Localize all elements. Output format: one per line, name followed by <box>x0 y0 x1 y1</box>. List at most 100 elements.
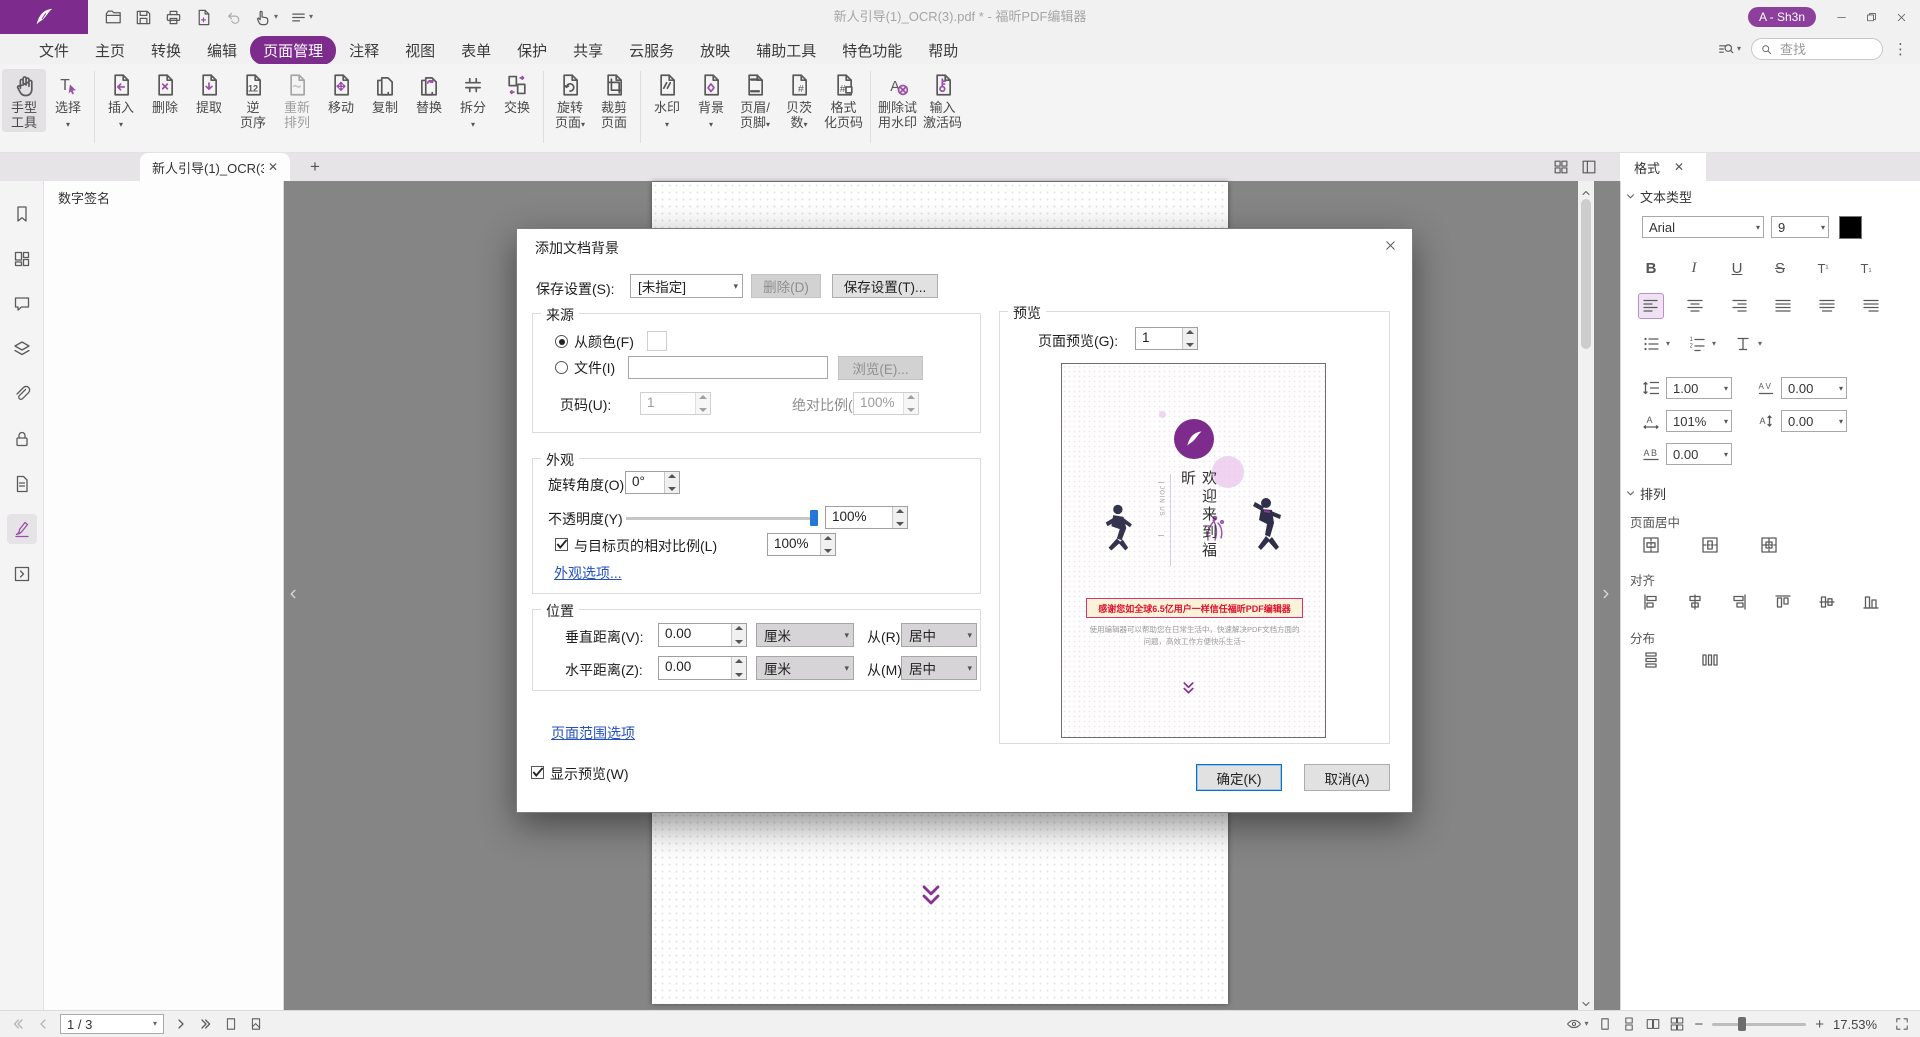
bullet-list-button[interactable]: ▾ <box>1638 331 1670 357</box>
align-justify-center-button[interactable] <box>1814 293 1840 319</box>
relative-scale-spinner[interactable]: 100% <box>767 533 836 556</box>
distribute-vertical-button[interactable] <box>1638 647 1664 673</box>
continuous-view-button[interactable] <box>1621 1016 1637 1032</box>
activation-code-button[interactable]: 输入激活码 <box>920 69 965 132</box>
hand-tool-button[interactable]: 手型工具 <box>2 69 46 132</box>
menu-item-12[interactable]: 辅助工具 <box>743 36 829 65</box>
dialog-close-button[interactable] <box>1383 238 1398 253</box>
facing-continuous-view-button[interactable] <box>1669 1016 1685 1032</box>
fullscreen-button[interactable] <box>1894 1016 1910 1032</box>
align-right-button[interactable] <box>1726 293 1752 319</box>
format-panel-tab[interactable]: 格式 ✕ <box>1620 153 1706 181</box>
articles-panel-button[interactable] <box>7 469 37 499</box>
text-tool-button[interactable]: ▾ <box>1730 331 1762 357</box>
menu-item-0[interactable]: 文件 <box>26 36 82 65</box>
new-tab-button[interactable]: + <box>304 157 326 177</box>
line-spacing-select[interactable]: 1.00▾ <box>1641 377 1732 399</box>
horizontal-scale-select[interactable]: A101%▾ <box>1641 410 1732 432</box>
delete-pages-button[interactable]: 删除 <box>143 69 187 117</box>
italic-button[interactable]: I <box>1681 255 1707 281</box>
background-button[interactable]: 背景▾ <box>689 69 733 132</box>
facing-view-button[interactable] <box>1645 1016 1661 1032</box>
fit-width-button[interactable] <box>248 1016 264 1032</box>
horizontal-distance-spinner[interactable]: 0.00 <box>658 656 747 680</box>
comments-panel-button[interactable] <box>7 289 37 319</box>
menu-item-4[interactable]: 页面管理 <box>250 36 336 65</box>
more-panels-button[interactable] <box>7 559 37 589</box>
select-tool-button[interactable]: T选择▾ <box>46 69 90 132</box>
format-panel-close-icon[interactable]: ✕ <box>1674 160 1684 174</box>
background-color-swatch[interactable] <box>647 331 667 351</box>
reading-mode-button[interactable]: ▾ <box>1566 1016 1588 1032</box>
align-objects-left-button[interactable] <box>1638 589 1664 615</box>
extract-pages-button[interactable]: 提取 <box>187 69 231 117</box>
user-account-badge[interactable]: A - Sh3n <box>1748 7 1816 27</box>
relative-scale-checkbox[interactable] <box>555 538 568 551</box>
reverse-pages-button[interactable]: 12逆页序 <box>231 69 275 132</box>
collapse-left-panel-button[interactable] <box>287 587 299 599</box>
restore-button[interactable] <box>1856 0 1886 34</box>
scroll-up-icon[interactable] <box>1581 185 1591 195</box>
menu-item-13[interactable]: 特色功能 <box>829 36 915 65</box>
menu-item-10[interactable]: 云服务 <box>616 36 687 65</box>
zoom-in-button[interactable]: + <box>1815 1017 1824 1032</box>
bold-button[interactable]: B <box>1638 255 1664 281</box>
insert-pages-button[interactable]: 插入▾ <box>99 69 143 132</box>
save-button[interactable] <box>132 6 155 29</box>
font-size-select[interactable]: 9▾ <box>1771 216 1829 238</box>
horizontal-unit-select[interactable]: 厘米▾ <box>756 656 854 680</box>
center-both-button[interactable] <box>1756 532 1782 558</box>
open-button[interactable] <box>102 6 125 29</box>
advanced-search-button[interactable]: ▾ <box>1717 40 1741 58</box>
show-preview-checkbox[interactable] <box>531 766 544 779</box>
baseline-offset-select[interactable]: A0.00▾ <box>1756 410 1847 432</box>
replace-pages-button[interactable]: 替换 <box>407 69 451 117</box>
security-panel-button[interactable] <box>7 424 37 454</box>
remove-trial-watermark-button[interactable]: A删除试用水印 <box>875 69 920 132</box>
cancel-button[interactable]: 取消(A) <box>1304 764 1390 791</box>
menu-item-14[interactable]: 帮助 <box>915 36 971 65</box>
ok-button[interactable]: 确定(K) <box>1196 764 1282 791</box>
zoom-out-button[interactable]: − <box>1694 1017 1703 1032</box>
opacity-slider[interactable] <box>626 517 818 520</box>
zoom-percent[interactable]: 17.53% <box>1833 1017 1885 1032</box>
bookmarks-panel-button[interactable] <box>7 199 37 229</box>
save-setting-button[interactable]: 保存设置(T)... <box>832 274 938 298</box>
page-preview-spinner[interactable]: 1 <box>1135 327 1198 350</box>
menu-item-9[interactable]: 共享 <box>560 36 616 65</box>
align-objects-bottom-button[interactable] <box>1858 589 1884 615</box>
font-family-select[interactable]: Arial▾ <box>1642 216 1764 238</box>
vertical-scrollbar[interactable] <box>1578 181 1594 1010</box>
opacity-slider-handle[interactable] <box>810 510 818 526</box>
center-vertical-button[interactable] <box>1697 532 1723 558</box>
bates-number-button[interactable]: #贝茨数▾ <box>777 69 821 132</box>
char-spacing-select[interactable]: AV0.00▾ <box>1756 377 1847 399</box>
create-page-button[interactable] <box>192 6 215 29</box>
vertical-unit-select[interactable]: 厘米▾ <box>756 623 854 647</box>
reading-layout-button[interactable] <box>1580 158 1598 176</box>
layers-panel-button[interactable] <box>7 334 37 364</box>
swap-pages-button[interactable]: 交换 <box>495 69 539 117</box>
scrollbar-thumb[interactable] <box>1581 199 1591 349</box>
single-page-view-button[interactable] <box>1597 1016 1613 1032</box>
rotate-pages-button[interactable]: 旋转页面▾ <box>548 69 592 132</box>
zoom-slider[interactable] <box>1712 1016 1806 1032</box>
underline-button[interactable]: U <box>1724 255 1750 281</box>
from-color-radio[interactable] <box>555 335 568 348</box>
thumbnail-view-button[interactable] <box>1552 158 1570 176</box>
last-page-button[interactable] <box>198 1016 214 1032</box>
search-input[interactable] <box>1778 41 1868 58</box>
arrange-section-header[interactable]: 排列 <box>1624 484 1666 503</box>
file-path-input[interactable] <box>628 356 828 379</box>
watermark-button[interactable]: 水印▾ <box>645 69 689 132</box>
menu-item-6[interactable]: 视图 <box>392 36 448 65</box>
search-box[interactable] <box>1751 38 1883 60</box>
horizontal-anchor-select[interactable]: 居中▾ <box>901 656 977 680</box>
more-options-button[interactable]: ⋮ <box>1893 40 1908 58</box>
subscript-button[interactable]: T₁ <box>1853 255 1879 281</box>
menu-item-8[interactable]: 保护 <box>504 36 560 65</box>
appearance-options-link[interactable]: 外观选项... <box>554 563 622 583</box>
split-document-button[interactable]: 拆分▾ <box>451 69 495 132</box>
menu-item-1[interactable]: 主页 <box>82 36 138 65</box>
text-type-section-header[interactable]: 文本类型 <box>1624 187 1692 206</box>
